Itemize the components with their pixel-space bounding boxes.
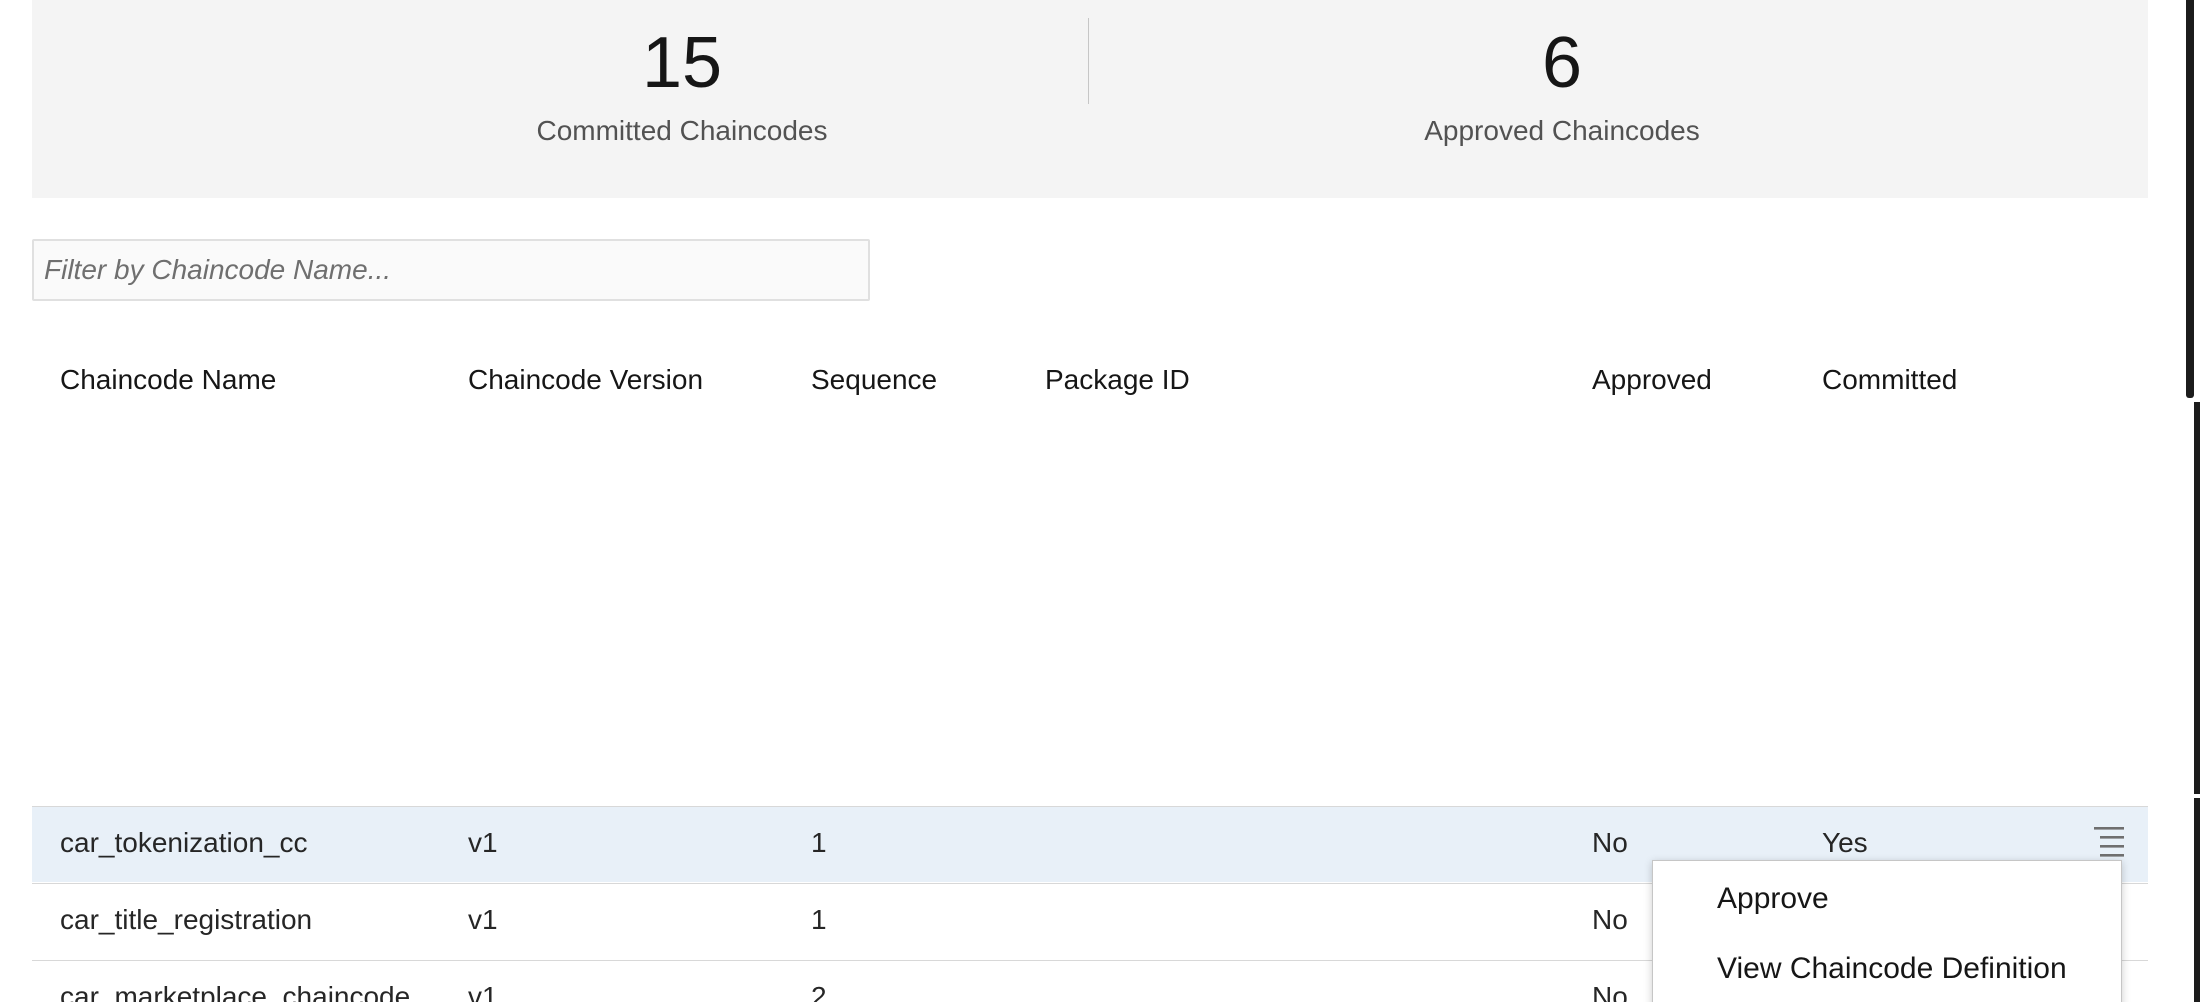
scrollbar-thumb[interactable]	[2194, 798, 2200, 1002]
chaincode-filter-input[interactable]	[32, 239, 870, 301]
column-header-chaincode-version[interactable]: Chaincode Version	[468, 362, 703, 398]
cell-sequence: 2	[811, 981, 827, 1002]
cell-chaincode-version: v1	[468, 904, 498, 935]
table-empty-area	[32, 405, 2148, 805]
row-overflow-menu: Approve View Chaincode Definition	[1652, 860, 2122, 1002]
scrollbar-thumb[interactable]	[2194, 402, 2200, 794]
cell-chaincode-version: v1	[468, 827, 498, 858]
chaincodes-page: 15 Committed Chaincodes 6 Approved Chain…	[0, 0, 2200, 1002]
committed-chaincodes-count: 15	[641, 23, 723, 103]
menu-item-approve[interactable]: Approve	[1717, 881, 1829, 917]
cell-sequence: 1	[811, 904, 827, 935]
column-header-approved[interactable]: Approved	[1592, 362, 1712, 398]
committed-chaincodes-stat: 15 Committed Chaincodes	[492, 26, 872, 148]
column-header-package-id[interactable]: Package ID	[1045, 362, 1190, 398]
column-header-sequence[interactable]: Sequence	[811, 362, 937, 398]
cell-chaincode-version: v1	[468, 981, 498, 1002]
menu-item-view-chaincode-definition[interactable]: View Chaincode Definition	[1717, 951, 2067, 987]
summary-divider	[1088, 18, 1089, 104]
cell-chaincode-name: car_marketplace_chaincode	[60, 981, 411, 1002]
cell-chaincode-name: car_tokenization_cc	[60, 827, 308, 858]
cell-chaincode-name: car_title_registration	[60, 904, 313, 935]
approved-chaincodes-label: Approved Chaincodes	[1424, 115, 1700, 146]
column-header-committed[interactable]: Committed	[1822, 362, 1957, 398]
cell-committed: Yes	[1822, 827, 1868, 858]
committed-chaincodes-label: Committed Chaincodes	[536, 115, 828, 146]
column-header-chaincode-name[interactable]: Chaincode Name	[60, 362, 276, 398]
cell-sequence: 1	[811, 827, 827, 858]
chaincode-summary-panel: 15 Committed Chaincodes 6 Approved Chain…	[32, 0, 2148, 198]
approved-chaincodes-count: 6	[1541, 23, 1583, 103]
cell-approved: No	[1592, 827, 1628, 858]
scrollbar-thumb[interactable]	[2186, 0, 2194, 398]
approved-chaincodes-stat: 6 Approved Chaincodes	[1372, 26, 1752, 148]
overflow-menu-icon[interactable]	[2092, 823, 2126, 863]
cell-approved: No	[1592, 981, 1628, 1002]
cell-approved: No	[1592, 904, 1628, 935]
